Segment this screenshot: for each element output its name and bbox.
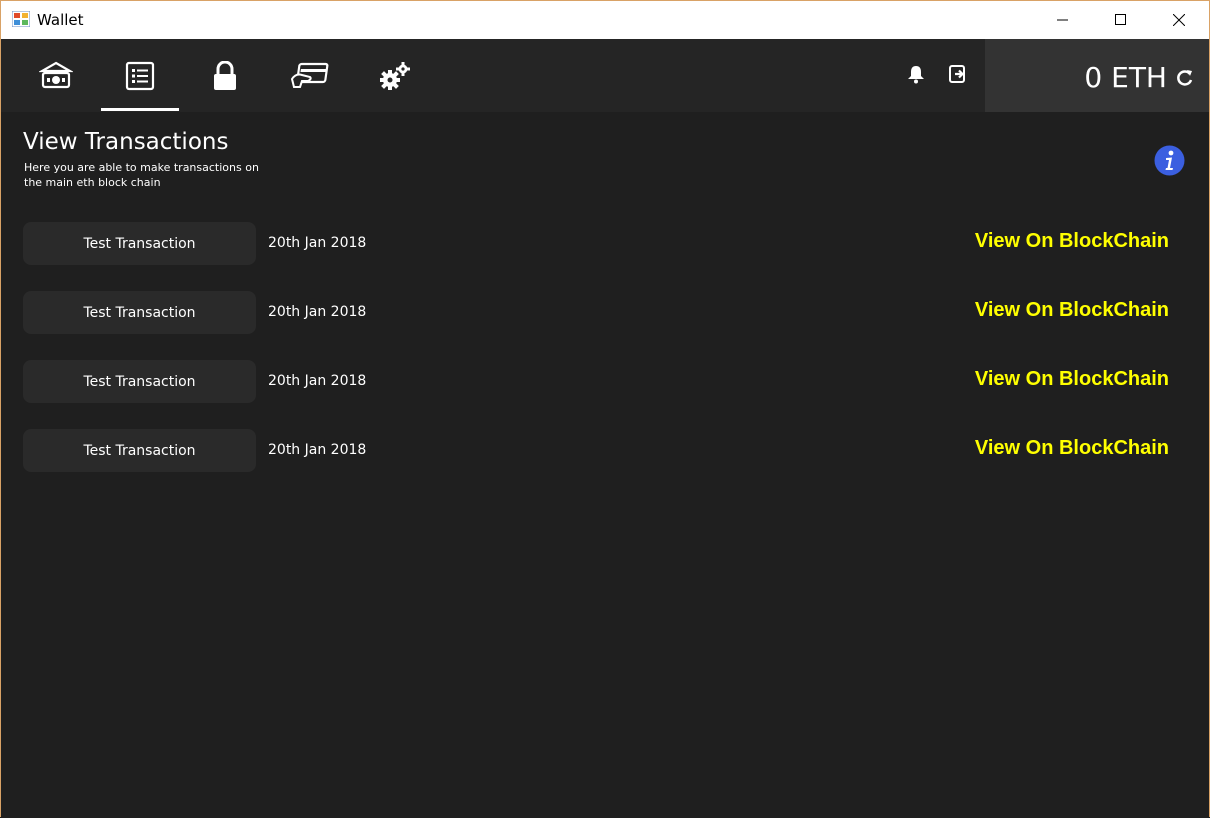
nav-bank[interactable] [17,39,95,112]
transaction-row: Test Transaction 20th Jan 2018 View On B… [23,360,1183,403]
balance-panel: 0 ETH [985,39,1209,112]
transaction-label-button[interactable]: Test Transaction [23,360,256,403]
minimize-icon [1057,19,1068,21]
view-on-blockchain-link[interactable]: View On BlockChain [975,230,1169,253]
transaction-row: Test Transaction 20th Jan 2018 View On B… [23,291,1183,334]
title-bar: Wallet [1,1,1209,39]
view-on-blockchain-link[interactable]: View On BlockChain [975,437,1169,460]
nav-lock[interactable] [186,39,264,112]
close-button[interactable] [1150,1,1208,39]
transaction-date: 20th Jan 2018 [268,235,367,251]
logout-icon [949,65,965,83]
transaction-date: 20th Jan 2018 [268,373,367,389]
bank-icon [39,61,73,88]
eth-balance: 0 ETH [1084,61,1167,94]
main-content: View Transactions Here you are able to m… [1,112,1209,818]
transaction-date: 20th Jan 2018 [268,442,367,458]
transaction-label-button[interactable]: Test Transaction [23,222,256,265]
close-icon [1173,14,1185,26]
transaction-label-button[interactable]: Test Transaction [23,291,256,334]
lock-icon [214,60,236,90]
bell-icon [908,66,924,84]
view-on-blockchain-link[interactable]: View On BlockChain [975,299,1169,322]
info-icon[interactable] [1154,145,1185,176]
transaction-row: Test Transaction 20th Jan 2018 View On B… [23,429,1183,472]
maximize-button[interactable] [1092,1,1150,39]
transaction-row: Test Transaction 20th Jan 2018 View On B… [23,222,1183,265]
maximize-icon [1115,14,1126,25]
refresh-icon[interactable] [1175,68,1195,88]
window-title: Wallet [37,11,84,29]
notifications-button[interactable] [903,61,929,87]
page-subtitle: Here you are able to make transactions o… [24,161,259,189]
settings-gears-icon [380,61,410,90]
active-tab-indicator [101,108,179,111]
nav-transactions[interactable] [101,39,179,112]
minimize-button[interactable] [1034,1,1092,39]
page-title: View Transactions [23,129,229,155]
transaction-label-button[interactable]: Test Transaction [23,429,256,472]
app-icon [12,11,30,27]
logout-button[interactable] [945,61,971,87]
transaction-date: 20th Jan 2018 [268,304,367,320]
transactions-list-icon [125,61,155,90]
nav-payment[interactable] [271,39,349,112]
card-payment-icon [290,62,329,88]
wallet-window: Wallet 0 ETH View Transactions Here you … [0,0,1210,818]
view-on-blockchain-link[interactable]: View On BlockChain [975,368,1169,391]
nav-settings[interactable] [356,39,434,112]
